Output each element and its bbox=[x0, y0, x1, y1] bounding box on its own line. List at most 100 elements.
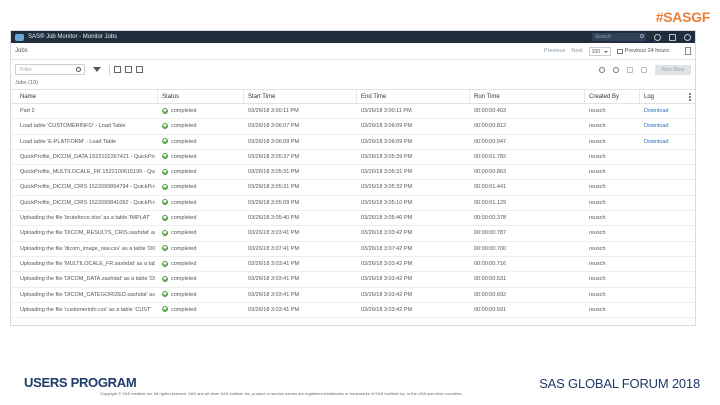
job-start-time: 03/26/18 3:03:41 PM bbox=[248, 276, 300, 283]
job-start-time: 03/26/18 3:05:40 PM bbox=[248, 215, 300, 222]
global-search-placeholder: Search bbox=[595, 34, 611, 40]
table-row[interactable]: Uploading the file 'DICOM_CATEGORIZED.sa… bbox=[11, 288, 695, 303]
table-row[interactable]: Uploading the file 'bruteforce.xlsx' as … bbox=[11, 211, 695, 227]
job-run-time: 00:00:01.441 bbox=[474, 184, 507, 191]
help-icon[interactable] bbox=[669, 33, 676, 41]
jobs-toolbar: Jobs Previous Next 100 Previous 24 hours bbox=[11, 43, 695, 60]
stop-icon[interactable] bbox=[613, 66, 619, 73]
column-divider bbox=[243, 90, 244, 103]
job-created-by: reusch bbox=[589, 138, 606, 145]
job-log-link[interactable]: Download bbox=[641, 119, 691, 133]
job-status: completed bbox=[159, 165, 241, 179]
delete-icon[interactable] bbox=[627, 66, 633, 73]
table-row[interactable]: QuickProfile_DICOM_CRIS 1522099841092 - … bbox=[11, 196, 695, 212]
calendar-icon bbox=[616, 48, 623, 54]
column-header-log[interactable]: Log bbox=[641, 90, 691, 103]
list-view-icon[interactable] bbox=[114, 66, 121, 73]
column-header-name[interactable]: Name bbox=[17, 90, 155, 103]
check-circle-icon bbox=[162, 122, 168, 129]
time-range-button[interactable]: Previous 24 hours bbox=[616, 48, 669, 54]
job-monitor-window: SAS® Job Monitor - Monitor Jobs Search J… bbox=[10, 30, 696, 326]
column-header-start-time[interactable]: Start Time bbox=[245, 90, 355, 103]
section-title: Jobs bbox=[15, 48, 28, 54]
check-circle-icon bbox=[162, 291, 168, 298]
table-row[interactable]: QuickProfile_MULTILOCALE_FR 152210061519… bbox=[11, 165, 695, 181]
job-log-link[interactable] bbox=[641, 257, 691, 271]
job-end-time: 03/26/18 3:00:11 PM bbox=[361, 108, 412, 114]
table-row[interactable]: Uploading the file 'dicom_image_raw.csv'… bbox=[11, 242, 695, 257]
column-options-icon[interactable] bbox=[689, 93, 691, 101]
job-log-link[interactable] bbox=[641, 211, 691, 225]
job-log-link[interactable] bbox=[641, 288, 691, 302]
job-status-label: completed bbox=[171, 260, 197, 267]
job-start-time: 03/26/18 3:05:09 PM bbox=[248, 199, 300, 206]
column-header-run-time[interactable]: Run Time bbox=[471, 90, 583, 103]
job-run-time: 00:00:00.716 bbox=[474, 260, 507, 267]
next-page-link[interactable]: Next bbox=[571, 48, 582, 54]
table-view-icon[interactable] bbox=[125, 66, 132, 73]
filter-input[interactable]: Filter bbox=[15, 64, 85, 75]
job-log-link[interactable] bbox=[641, 242, 691, 256]
job-name: Uploading the file 'MULTILOCALE_FR.sashd… bbox=[20, 260, 155, 267]
funnel-icon[interactable] bbox=[93, 67, 101, 72]
details-view-icon[interactable] bbox=[136, 66, 143, 73]
job-log-link[interactable] bbox=[641, 180, 691, 194]
previous-page-link[interactable]: Previous bbox=[544, 48, 565, 54]
global-search-input[interactable]: Search bbox=[592, 33, 646, 41]
job-start-time: 03/26/18 3:03:41 PM bbox=[248, 306, 300, 313]
job-status: completed bbox=[159, 288, 241, 302]
column-header-status[interactable]: Status bbox=[159, 90, 241, 103]
job-end-time: 03/26/18 3:05:31 PM bbox=[361, 169, 413, 176]
refresh-icon[interactable] bbox=[599, 66, 605, 73]
job-log-link[interactable]: Download bbox=[641, 135, 691, 149]
job-end-time: 03/26/18 3:05:32 PM bbox=[361, 184, 413, 191]
job-status-label: completed bbox=[171, 138, 197, 145]
job-log-link[interactable] bbox=[641, 165, 691, 179]
job-status: completed bbox=[159, 104, 241, 118]
job-status: completed bbox=[159, 226, 241, 240]
table-row[interactable]: QuickProfile_DICOM_DATA 1522102267421 - … bbox=[11, 150, 695, 166]
check-circle-icon bbox=[162, 229, 168, 236]
run-now-button[interactable]: Run Now bbox=[655, 64, 691, 75]
job-log-link[interactable] bbox=[641, 226, 691, 240]
job-status-label: completed bbox=[171, 108, 197, 114]
job-end-time: 03/26/18 3:03:42 PM bbox=[361, 260, 413, 267]
job-name: Load table 'CUSTOMERINFO' - Load Table bbox=[20, 123, 126, 130]
job-log-link[interactable] bbox=[641, 196, 691, 210]
job-log-link[interactable]: Download bbox=[641, 104, 691, 118]
job-end-time: 03/26/18 3:05:40 PM bbox=[361, 215, 413, 222]
job-status: completed bbox=[159, 196, 241, 210]
table-row[interactable]: Load table 'E-PLATFORM' - Load Table comp… bbox=[11, 135, 695, 150]
page-size-select[interactable]: 100 bbox=[588, 46, 611, 56]
properties-icon[interactable] bbox=[641, 66, 647, 73]
job-name: Uploading the file 'customerinfo.csv' as… bbox=[20, 306, 152, 313]
settings-icon[interactable] bbox=[684, 33, 691, 41]
table-row[interactable]: QuickProfile_DICOM_CRIS 1522099894794 - … bbox=[11, 180, 695, 196]
job-log-link[interactable] bbox=[641, 272, 691, 286]
check-circle-icon bbox=[162, 260, 168, 267]
app-title-bar: SAS® Job Monitor - Monitor Jobs Search bbox=[11, 31, 695, 43]
job-status: completed bbox=[159, 242, 241, 256]
table-row[interactable]: Uploading the file 'DICOM_DATA.sashdat' … bbox=[11, 272, 695, 288]
job-status-label: completed bbox=[171, 276, 197, 283]
job-count: Jobs (19) bbox=[15, 80, 38, 86]
job-status-label: completed bbox=[171, 184, 197, 191]
column-header-end-time[interactable]: End Time bbox=[358, 90, 468, 103]
job-log-link[interactable] bbox=[641, 303, 691, 317]
job-start-time: 03/26/18 3:05:31 PM bbox=[248, 184, 300, 191]
job-status: completed bbox=[159, 150, 241, 164]
job-created-by: reusch bbox=[589, 123, 606, 130]
job-log-link[interactable] bbox=[641, 150, 691, 164]
table-row[interactable]: Uploading the file 'DICOM_RESULTS_CRIS.s… bbox=[11, 226, 695, 242]
filter-placeholder: Filter bbox=[20, 67, 33, 73]
check-circle-icon bbox=[162, 214, 168, 221]
document-icon[interactable] bbox=[685, 47, 691, 55]
table-row[interactable]: Uploading the file 'MULTILOCALE_FR.sashd… bbox=[11, 257, 695, 273]
job-end-time: 03/26/18 3:03:42 PM bbox=[361, 276, 413, 283]
filter-search-icon bbox=[76, 67, 81, 72]
table-row[interactable]: Uploading the file 'customerinfo.csv' as… bbox=[11, 303, 695, 319]
table-row[interactable]: Load table 'CUSTOMERINFO' - Load Table co… bbox=[11, 119, 695, 135]
user-icon[interactable] bbox=[654, 33, 661, 41]
table-row[interactable]: Part 2 completed 03/26/18 3:00:11 PM 03/26/… bbox=[11, 104, 695, 120]
column-header-created-by[interactable]: Created By bbox=[586, 90, 638, 103]
